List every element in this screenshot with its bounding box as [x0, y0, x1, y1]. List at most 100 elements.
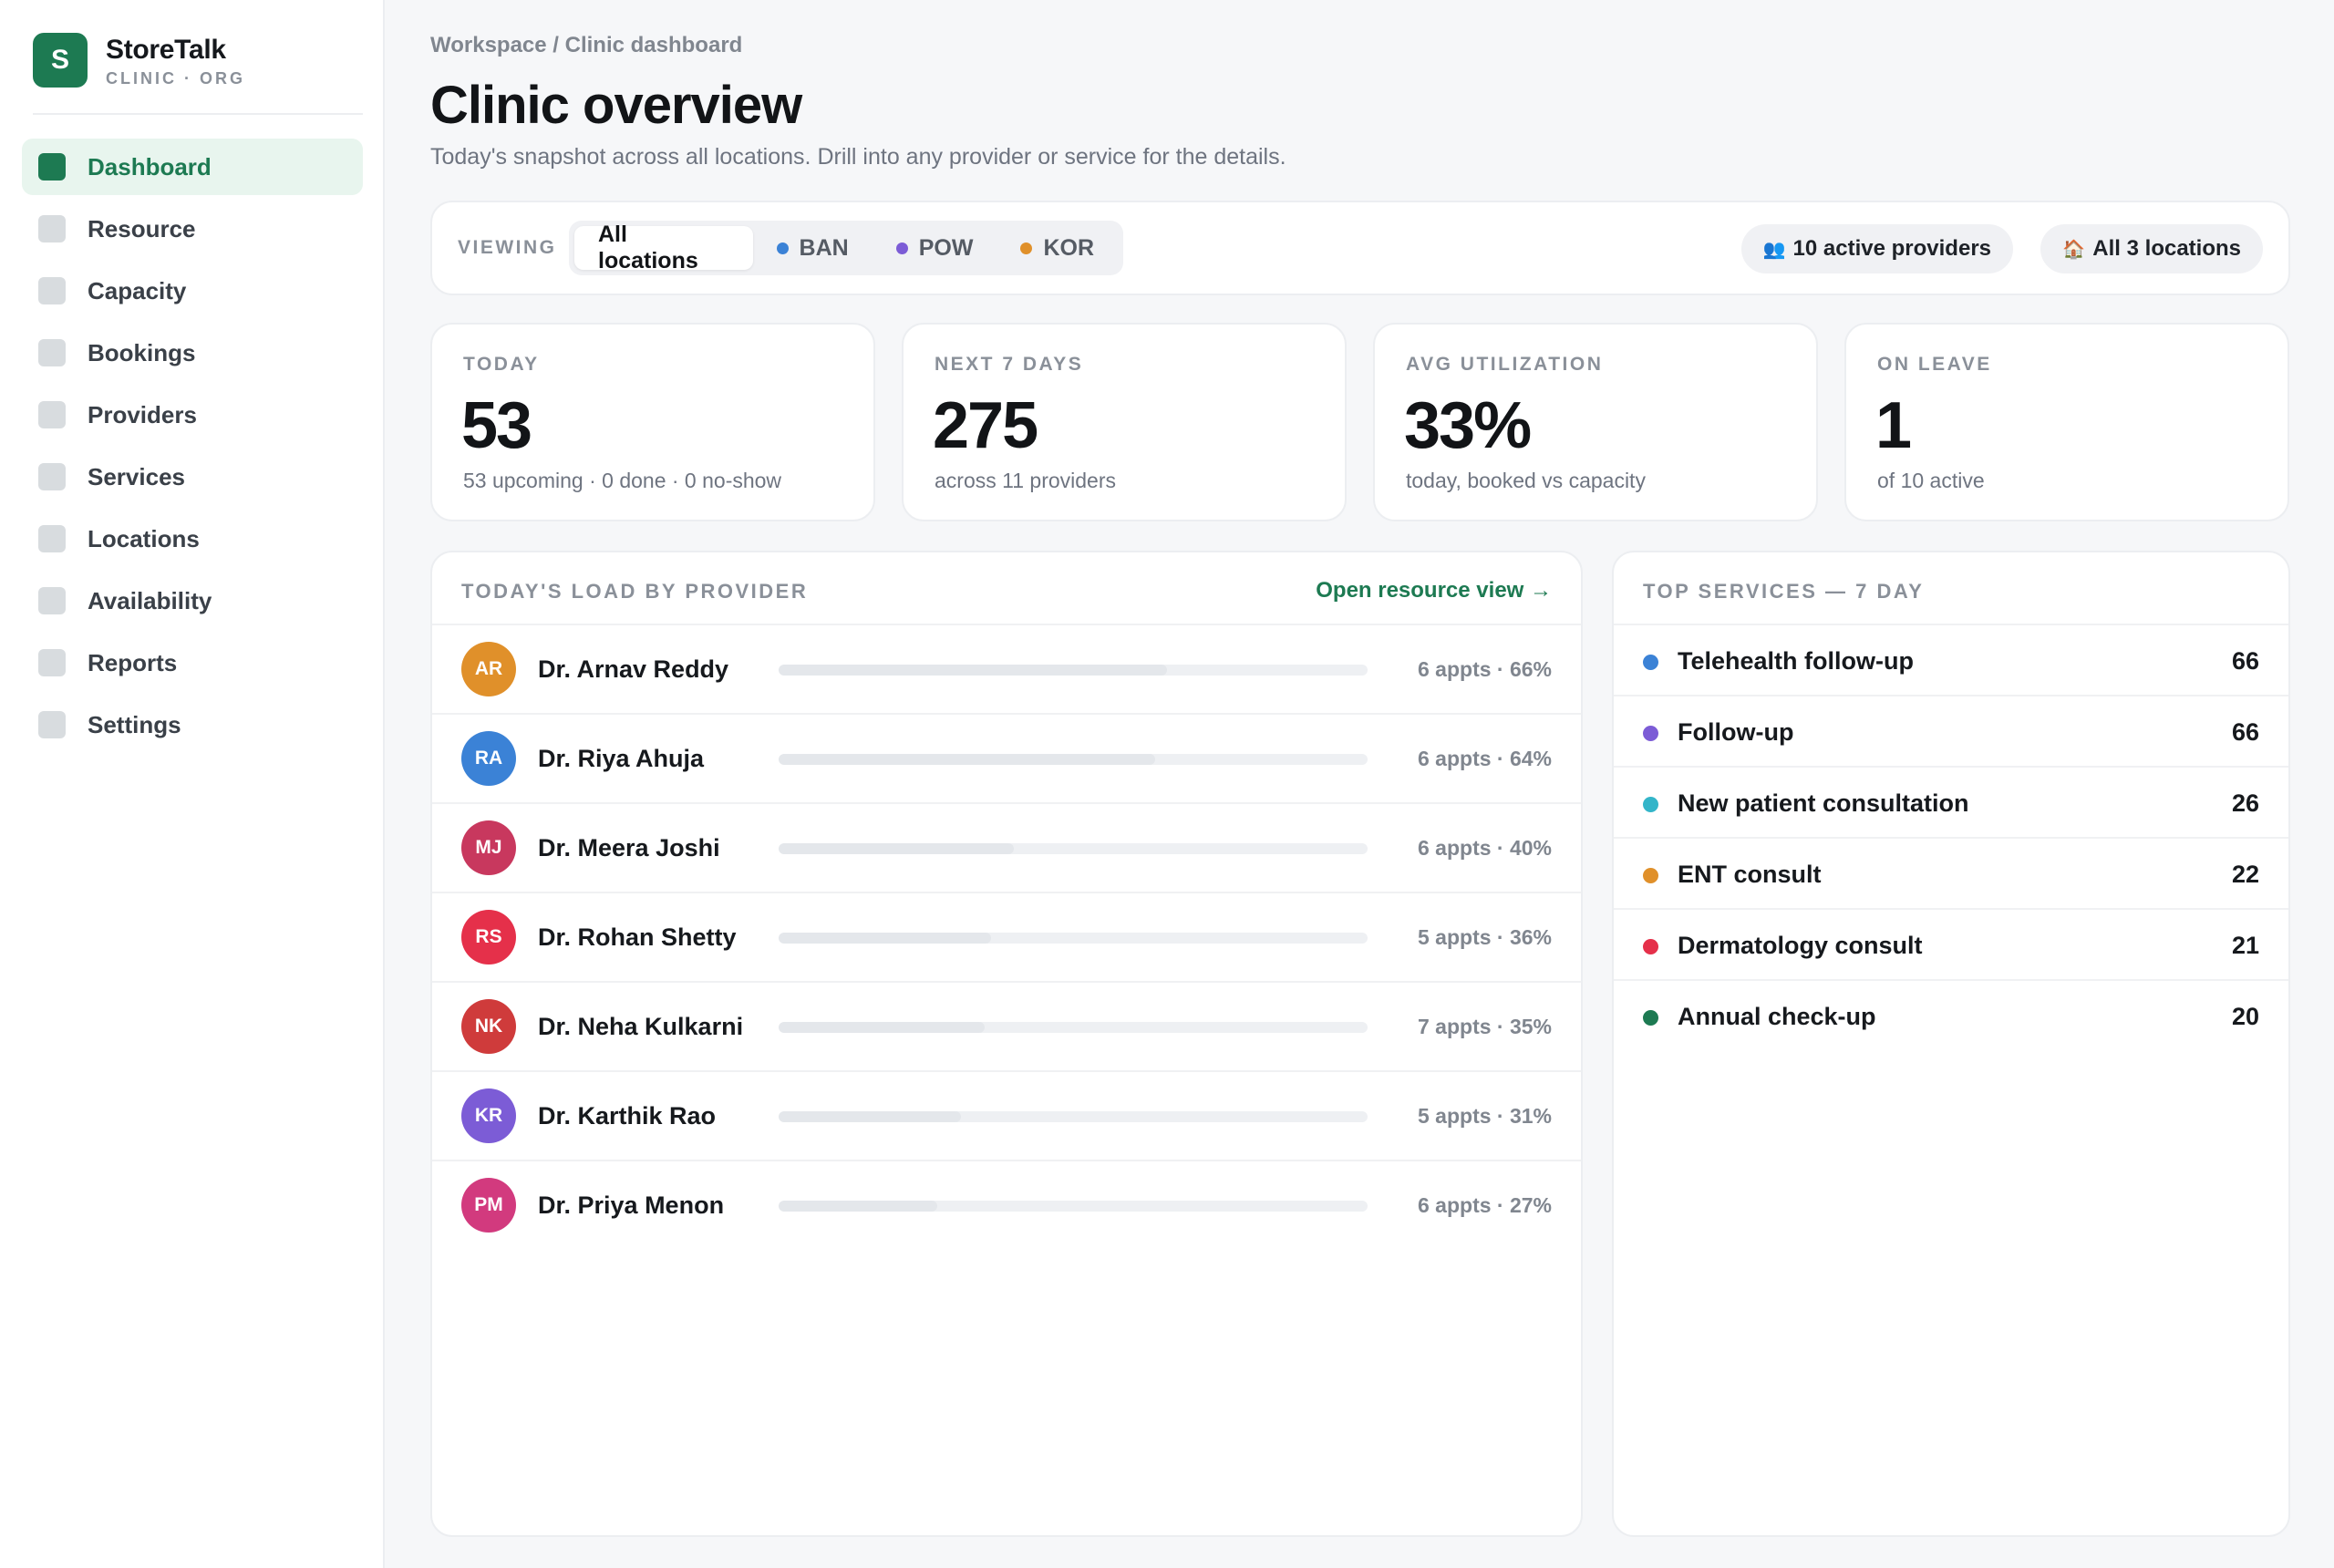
- page-title: Clinic overview: [430, 76, 802, 135]
- open-resource-view-link[interactable]: Open resource view →: [1316, 578, 1552, 603]
- provider-row[interactable]: RS Dr. Rohan Shetty 5 appts · 36%: [432, 892, 1581, 981]
- provider-name: Dr. Karthik Rao: [538, 1102, 717, 1130]
- service-count: 21: [2231, 932, 2259, 959]
- service-row[interactable]: Telehealth follow-up 66: [1614, 624, 2288, 695]
- location-color-dot: [895, 242, 908, 254]
- sidebar-item-label: Availability: [88, 586, 212, 614]
- capacity-icon: [38, 277, 66, 304]
- service-count: 66: [2231, 718, 2259, 746]
- utilization-fill: [779, 1111, 962, 1122]
- stat-subtext: 53 upcoming · 0 done · 0 no-show: [463, 469, 782, 492]
- provider-appts: 5 appts · 36%: [1418, 925, 1552, 949]
- location-option-label: KOR: [1043, 234, 1094, 261]
- service-color-dot: [1643, 797, 1658, 812]
- sidebar-item-label: Providers: [88, 400, 197, 428]
- service-row[interactable]: New patient consultation 26: [1614, 766, 2288, 837]
- all-locations-pill[interactable]: 🏠 All 3 locations: [2040, 224, 2263, 273]
- card-title: TOP SERVICES — 7 DAY: [1643, 580, 1925, 603]
- service-count: 20: [2231, 1003, 2259, 1030]
- active-providers-pill[interactable]: 👥 10 active providers: [1740, 224, 2013, 273]
- provider-appts: 6 appts · 40%: [1418, 836, 1552, 860]
- stat-label: NEXT 7 DAYS: [935, 354, 1084, 375]
- utilization-bar: [779, 1111, 1368, 1122]
- service-count: 66: [2231, 647, 2259, 675]
- provider-appts: 6 appts · 64%: [1418, 747, 1552, 770]
- sidebar-item-dashboard[interactable]: Dashboard: [22, 139, 363, 195]
- utilization-bar: [779, 1022, 1368, 1033]
- stat-card-on-leave[interactable]: ON LEAVE 1 of 10 active: [1844, 323, 2289, 521]
- location-filter-bar: VIEWING All locations BAN POW KOR 👥 10 a…: [430, 201, 2290, 295]
- service-color-dot: [1643, 939, 1658, 954]
- provider-appts: 6 appts · 66%: [1418, 657, 1552, 681]
- location-option-pow[interactable]: POW: [873, 226, 997, 270]
- sidebar-item-label: Bookings: [88, 338, 196, 366]
- sidebar-item-providers[interactable]: Providers: [22, 387, 363, 443]
- stat-value: 53: [461, 389, 532, 462]
- utilization-bar: [779, 754, 1368, 765]
- service-row[interactable]: Annual check-up 20: [1614, 979, 2288, 1050]
- service-count: 22: [2231, 861, 2259, 888]
- service-row[interactable]: ENT consult 22: [1614, 837, 2288, 908]
- stat-card-avg-utilization[interactable]: AVG UTILIZATION 33% today, booked vs cap…: [1373, 323, 1818, 521]
- provider-row[interactable]: AR Dr. Arnav Reddy 6 appts · 66%: [432, 624, 1581, 713]
- location-option-label: BAN: [799, 234, 849, 261]
- provider-appts: 7 appts · 35%: [1418, 1015, 1552, 1038]
- utilization-fill: [779, 754, 1156, 765]
- provider-name: Dr. Rohan Shetty: [538, 923, 737, 951]
- provider-name: Dr. Meera Joshi: [538, 834, 720, 861]
- utilization-fill: [779, 665, 1168, 676]
- provider-row[interactable]: NK Dr. Neha Kulkarni 7 appts · 35%: [432, 981, 1581, 1070]
- active-providers-label: 10 active providers: [1792, 236, 1991, 261]
- sidebar-item-bookings[interactable]: Bookings: [22, 325, 363, 381]
- people-icon: 👥: [1762, 239, 1786, 260]
- provider-row[interactable]: KR Dr. Karthik Rao 5 appts · 31%: [432, 1070, 1581, 1160]
- avatar: RA: [461, 731, 516, 786]
- sidebar-item-services[interactable]: Services: [22, 449, 363, 505]
- brand-logo[interactable]: S: [33, 33, 88, 88]
- brand-subtitle: CLINIC · ORG: [106, 69, 245, 88]
- location-option-all[interactable]: All locations: [574, 222, 753, 273]
- provider-appts: 5 appts · 31%: [1418, 1104, 1552, 1128]
- availability-icon: [38, 587, 66, 614]
- sidebar-item-label: Reports: [88, 648, 178, 676]
- stat-value: 1: [1875, 389, 1912, 462]
- sidebar-item-settings[interactable]: Settings: [22, 696, 363, 753]
- sidebar-item-reports[interactable]: Reports: [22, 634, 363, 691]
- provider-row[interactable]: MJ Dr. Meera Joshi 6 appts · 40%: [432, 802, 1581, 892]
- service-row[interactable]: Follow-up 66: [1614, 695, 2288, 766]
- settings-icon: [38, 711, 66, 738]
- utilization-bar: [779, 1201, 1368, 1212]
- utilization-bar: [779, 665, 1368, 676]
- sidebar-item-availability[interactable]: Availability: [22, 573, 363, 629]
- provider-row[interactable]: PM Dr. Priya Menon 6 appts · 27%: [432, 1160, 1581, 1249]
- bookings-icon: [38, 339, 66, 366]
- location-segmented-control: All locations BAN POW KOR: [569, 221, 1123, 275]
- service-row[interactable]: Dermatology consult 21: [1614, 908, 2288, 979]
- utilization-bar: [779, 843, 1368, 854]
- avatar: PM: [461, 1178, 516, 1233]
- utilization-bar: [779, 933, 1368, 944]
- dashboard-icon: [38, 153, 66, 181]
- sidebar-item-resource[interactable]: Resource: [22, 201, 363, 257]
- breadcrumb[interactable]: Workspace / Clinic dashboard: [430, 33, 742, 58]
- sidebar-item-locations[interactable]: Locations: [22, 511, 363, 567]
- location-option-label: All locations: [598, 222, 698, 273]
- services-icon: [38, 463, 66, 490]
- stat-card-today[interactable]: TODAY 53 53 upcoming · 0 done · 0 no-sho…: [430, 323, 875, 521]
- location-option-ban[interactable]: BAN: [753, 226, 873, 270]
- page-subtitle: Today's snapshot across all locations. D…: [430, 144, 1286, 170]
- locations-icon: [38, 525, 66, 552]
- all-locations-label: All 3 locations: [2092, 236, 2241, 261]
- stat-value: 275: [933, 389, 1038, 462]
- service-count: 26: [2231, 789, 2259, 817]
- sidebar-item-capacity[interactable]: Capacity: [22, 263, 363, 319]
- location-option-kor[interactable]: KOR: [997, 226, 1118, 270]
- provider-row[interactable]: RA Dr. Riya Ahuja 6 appts · 64%: [432, 713, 1581, 802]
- providers-icon: [38, 401, 66, 428]
- service-name: New patient consultation: [1678, 789, 1969, 817]
- avatar: RS: [461, 910, 516, 965]
- location-color-dot: [776, 242, 789, 254]
- service-color-dot: [1643, 726, 1658, 741]
- service-list: Telehealth follow-up 66 Follow-up 66 New…: [1614, 624, 2288, 1050]
- stat-card-next-7-days[interactable]: NEXT 7 DAYS 275 across 11 providers: [902, 323, 1347, 521]
